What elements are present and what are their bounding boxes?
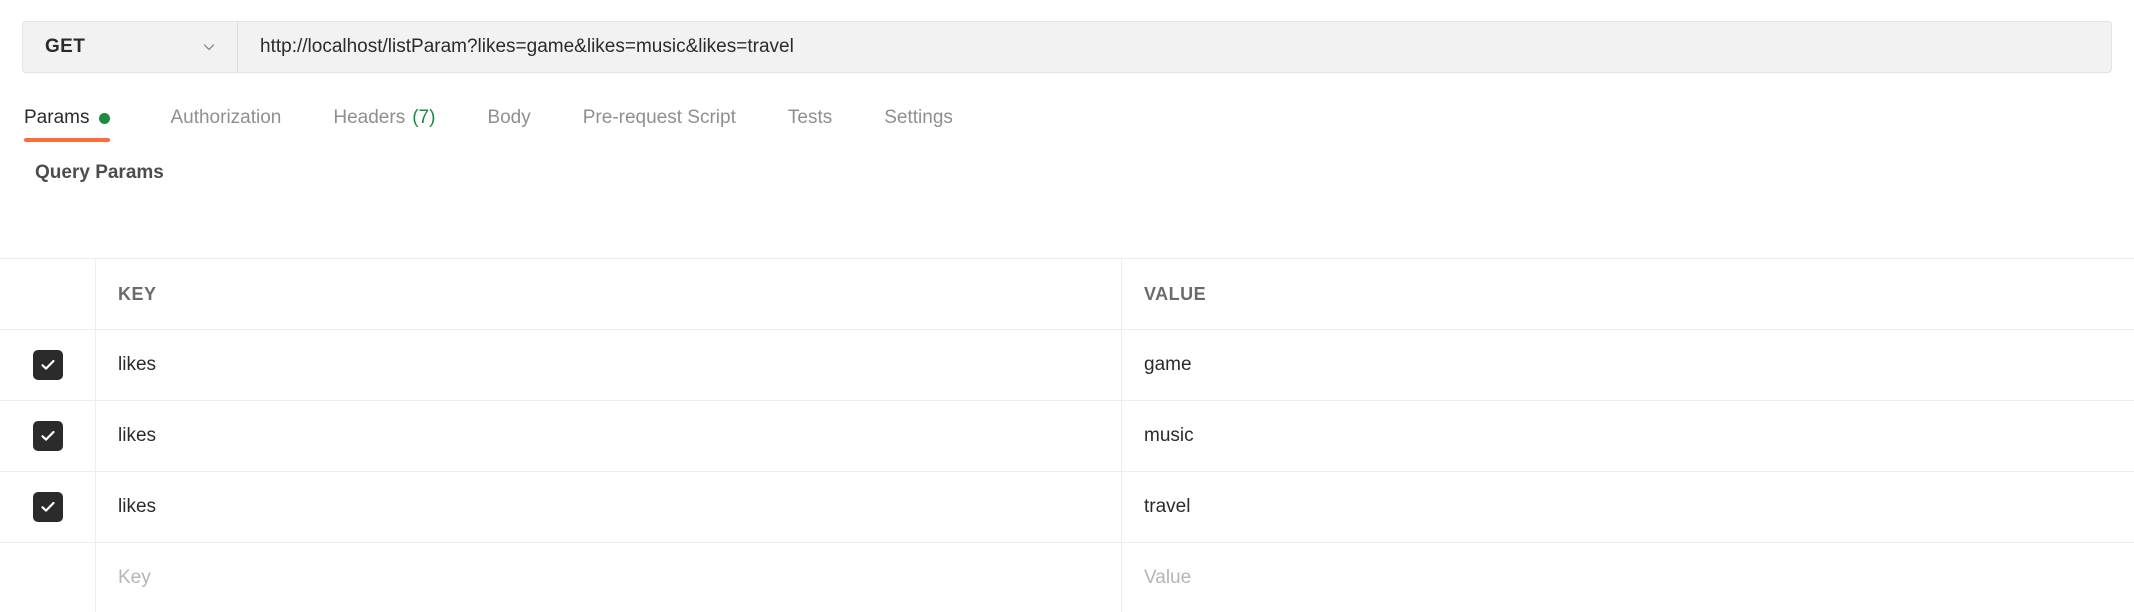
new-row-key-input[interactable]: Key [96,543,1122,612]
row-value-input[interactable]: game [1122,330,2134,400]
row-key-text: likes [118,354,157,375]
row-value-input[interactable]: travel [1122,472,2134,542]
new-row-key-placeholder: Key [118,567,151,588]
tab-body[interactable]: Body [473,94,544,142]
row-checkbox-cell [0,401,96,471]
header-cell-checkbox [0,259,96,329]
row-value-input[interactable]: music [1122,401,2134,471]
tab-settings-label: Settings [884,107,953,128]
request-url-input[interactable]: http://localhost/listParam?likes=game&li… [238,22,2111,72]
request-url-text: http://localhost/listParam?likes=game&li… [260,36,794,57]
row-value-text: game [1144,354,1192,375]
table-header-row: KEY VALUE [0,259,2134,330]
request-url-bar-container: GET http://localhost/listParam?likes=gam… [0,0,2134,94]
row-key-input[interactable]: likes [96,472,1122,542]
row-value-text: travel [1144,496,1191,517]
tab-settings[interactable]: Settings [870,94,967,142]
table-row[interactable]: likes game [0,330,2134,401]
tab-pre-request-script-label: Pre-request Script [582,107,736,128]
request-url-bar: GET http://localhost/listParam?likes=gam… [22,21,2112,73]
row-key-text: likes [118,496,157,517]
row-key-input[interactable]: likes [96,401,1122,471]
row-key-input[interactable]: likes [96,330,1122,400]
checkbox-checked-icon[interactable] [32,421,63,451]
http-method-select[interactable]: GET [23,22,238,72]
checkbox-checked-icon[interactable] [32,350,63,380]
tab-headers-label: Headers [333,107,406,128]
request-tabs: Params Authorization Headers (7) Body Pr… [0,94,2134,146]
query-params-title: Query Params [35,162,164,183]
table-row-empty[interactable]: Key Value [0,543,2134,612]
postman-request-builder: GET http://localhost/listParam?likes=gam… [0,0,2134,612]
row-key-text: likes [118,425,157,446]
table-row[interactable]: likes music [0,401,2134,472]
tab-headers-count: (7) [412,107,436,128]
tab-authorization[interactable]: Authorization [156,94,295,142]
query-params-table: KEY VALUE likes game likes music likes t… [0,258,2134,612]
table-row[interactable]: likes travel [0,472,2134,543]
new-row-value-placeholder: Value [1144,567,1192,588]
params-modified-dot-icon [99,112,111,124]
checkbox-checked-icon[interactable] [32,492,63,522]
row-checkbox-cell-empty [0,543,96,612]
header-cell-value: VALUE [1144,283,1207,304]
new-row-value-input[interactable]: Value [1122,543,2134,612]
tab-pre-request-script[interactable]: Pre-request Script [569,94,750,142]
tab-params[interactable]: Params [24,94,124,142]
row-checkbox-cell [0,472,96,542]
chevron-down-icon [201,39,217,55]
header-cell-key: KEY [96,259,1122,329]
tab-headers[interactable]: Headers (7) [319,94,449,142]
tab-tests[interactable]: Tests [774,94,846,142]
http-method-label: GET [45,36,86,57]
tab-authorization-label: Authorization [170,107,282,128]
tab-tests-label: Tests [787,107,833,128]
row-checkbox-cell [0,330,96,400]
row-value-text: music [1144,425,1194,446]
tab-params-label: Params [24,107,90,128]
tab-body-label: Body [487,107,531,128]
